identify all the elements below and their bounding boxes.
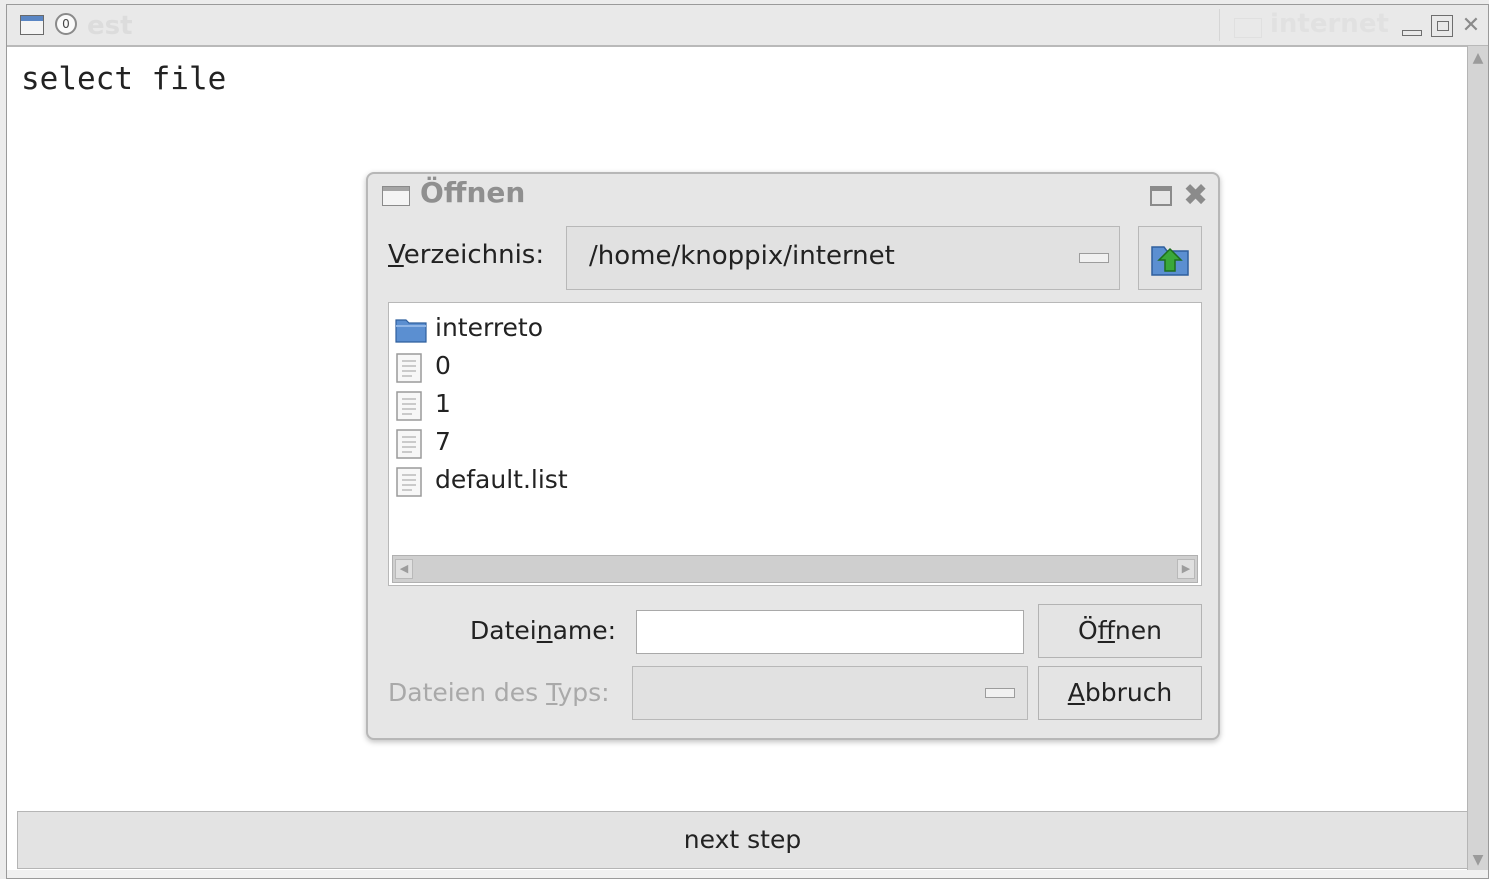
filename-input[interactable] [636, 610, 1024, 654]
filetype-label-post: yps: [557, 678, 610, 707]
scroll-up-icon[interactable]: ▲ [1470, 48, 1486, 68]
file-name: default.list [435, 465, 568, 494]
file-list[interactable]: interreto 0 1 7 default.list ◀ ▶ [388, 302, 1202, 586]
cancel-button[interactable]: Abbruch [1038, 666, 1202, 720]
file-name: 0 [435, 351, 451, 380]
open-button-pre: Ö [1078, 616, 1098, 645]
directory-label: Verzeichnis: [388, 240, 544, 270]
filetype-label-pre: Dateien des [388, 678, 547, 707]
scroll-left-icon[interactable]: ◀ [395, 559, 413, 579]
file-name: 7 [435, 427, 451, 456]
file-icon [396, 353, 422, 383]
dialog-close-icon[interactable]: ✖ [1183, 178, 1208, 214]
scroll-right-icon[interactable]: ▶ [1177, 559, 1195, 579]
faded-window-title: est [87, 11, 133, 41]
badge-icon: 0 [55, 13, 77, 35]
directory-label-mnemonic: V [388, 240, 404, 270]
file-icon [396, 467, 422, 497]
folder-up-icon [1151, 246, 1189, 276]
filename-label: Dateiname: [470, 616, 616, 645]
directory-label-rest: erzeichnis: [403, 240, 545, 270]
file-icon [396, 429, 422, 459]
open-file-dialog: Öffnen ✖ Verzeichnis: /home/knoppix/inte… [366, 172, 1220, 740]
dropdown-icon[interactable] [1079, 253, 1109, 263]
dialog-maximize-button[interactable] [1150, 186, 1172, 206]
filetype-label-mnemonic: T [546, 678, 558, 707]
horizontal-scrollbar[interactable]: ◀ ▶ [392, 555, 1198, 583]
open-button-mnemonic: f [1097, 616, 1115, 645]
directory-value: /home/knoppix/internet [589, 241, 895, 271]
faded-window-icon [1234, 18, 1262, 38]
cancel-button-mnemonic: A [1067, 678, 1085, 707]
faded-tab-title: internet [1270, 9, 1389, 39]
vertical-scrollbar[interactable]: ▲ ▼ [1467, 46, 1488, 872]
dialog-titlebar: Öffnen ✖ [368, 174, 1218, 218]
open-button[interactable]: Öffnen [1038, 604, 1202, 658]
parent-directory-button[interactable] [1138, 226, 1202, 290]
filetype-combobox[interactable] [632, 666, 1028, 720]
next-step-button[interactable]: next step [17, 811, 1468, 869]
dropdown-icon[interactable] [985, 688, 1015, 698]
file-icon [396, 391, 422, 421]
file-name: interreto [435, 313, 544, 342]
open-button-post: fnen [1114, 616, 1162, 645]
bottom-edge [7, 870, 1488, 878]
main-titlebar: 0 est internet ✕ [7, 5, 1488, 47]
close-icon[interactable]: ✕ [1460, 15, 1482, 37]
dialog-window-icon [382, 186, 410, 206]
scroll-down-icon[interactable]: ▼ [1470, 850, 1486, 870]
filename-label-mnemonic: n [536, 616, 553, 645]
file-name: 1 [435, 389, 451, 418]
folder-icon [395, 319, 427, 343]
directory-combobox[interactable]: /home/knoppix/internet [566, 226, 1120, 290]
cancel-button-post: bbruch [1084, 678, 1173, 707]
maximize-button[interactable] [1431, 15, 1453, 37]
filename-label-pre: Datei [470, 616, 537, 645]
select-file-label: select file [21, 61, 227, 97]
window-menu-icon[interactable] [20, 15, 44, 35]
minimize-button[interactable] [1400, 15, 1422, 37]
filetype-label: Dateien des Typs: [388, 678, 610, 707]
faded-window-tab: internet [1219, 9, 1410, 41]
filename-label-post: ame: [552, 616, 617, 645]
dialog-title: Öffnen [420, 176, 526, 209]
